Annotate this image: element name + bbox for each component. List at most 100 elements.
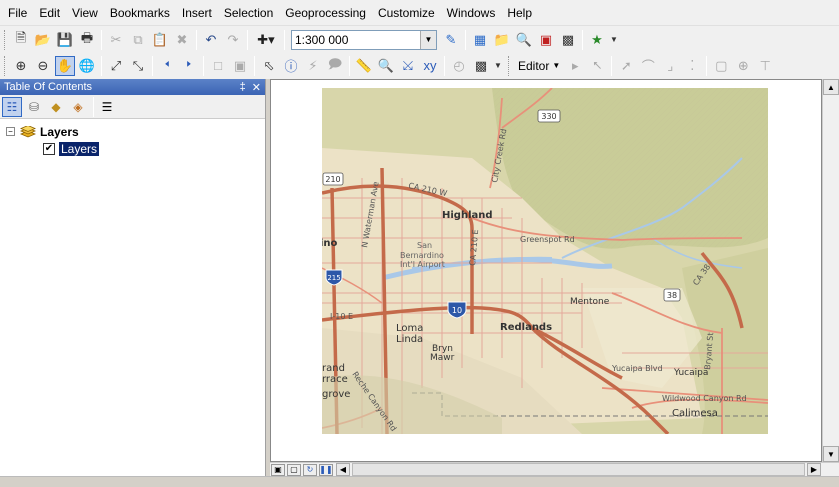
- map-scale-select[interactable]: 1:300 000 ▼: [291, 29, 437, 50]
- print-icon[interactable]: 🖶: [77, 30, 97, 50]
- hyperlink-icon[interactable]: ⚡: [303, 56, 323, 76]
- layer-label[interactable]: Layers: [59, 141, 100, 156]
- back-arrow-icon[interactable]: 🢐: [157, 56, 177, 76]
- refresh-icon[interactable]: ↻: [303, 463, 317, 476]
- list-by-source-icon[interactable]: ⛁: [24, 97, 44, 117]
- full-extent-icon[interactable]: 🌐: [77, 56, 97, 76]
- zoom-out-icon[interactable]: ⊖: [33, 56, 53, 76]
- greenspot-road-label: Greenspot Rd: [520, 235, 575, 244]
- zoom-in-icon[interactable]: ⊕: [11, 56, 31, 76]
- open-folder-icon[interactable]: 📂: [33, 30, 53, 50]
- toolbar-grip[interactable]: [4, 55, 7, 76]
- toolbar-options-icon[interactable]: ▼: [609, 30, 619, 50]
- scroll-left-icon[interactable]: ◀: [336, 463, 350, 476]
- model-builder-icon[interactable]: ★: [587, 30, 607, 50]
- menu-edit[interactable]: Edit: [33, 0, 66, 26]
- html-popup-icon[interactable]: 🗩: [325, 56, 345, 76]
- chevron-down-icon[interactable]: ▼: [420, 30, 436, 49]
- edit-vertices-icon[interactable]: ▢: [711, 56, 731, 76]
- layer-visibility-checkbox[interactable]: ✔: [43, 142, 55, 155]
- add-data-icon[interactable]: ✚▾: [252, 30, 280, 50]
- toolbar-grip[interactable]: [4, 29, 7, 50]
- scroll-right-icon[interactable]: ▶: [807, 463, 821, 476]
- find-binoculars-icon[interactable]: 🔍: [376, 56, 396, 76]
- list-by-selection-icon[interactable]: ◈: [68, 97, 88, 117]
- arctoolbox-icon[interactable]: ▣: [536, 30, 556, 50]
- editor-menu-button[interactable]: Editor ▼: [514, 59, 564, 73]
- toolbar-separator: [101, 55, 102, 76]
- new-document-icon[interactable]: 🗎: [11, 30, 31, 50]
- delete-icon[interactable]: ✖: [172, 30, 192, 50]
- basemap-image[interactable]: 330 210 38 215 10 Highland San Bernardin…: [322, 88, 768, 434]
- cut-icon[interactable]: ✂: [106, 30, 126, 50]
- menu-insert[interactable]: Insert: [176, 0, 218, 26]
- collapse-icon[interactable]: −: [6, 127, 15, 136]
- san-label: San: [417, 241, 432, 250]
- bernardino-label: Bernardino: [400, 251, 444, 260]
- straight-segment-icon[interactable]: ➚: [616, 56, 636, 76]
- endpoint-arc-icon[interactable]: ⌒: [638, 56, 658, 76]
- measure-icon[interactable]: 📏: [354, 56, 374, 76]
- pan-hand-icon[interactable]: ✋: [55, 55, 75, 76]
- save-icon[interactable]: 💾: [55, 30, 75, 50]
- data-frame-row[interactable]: − Layers: [6, 123, 259, 140]
- point-icon[interactable]: ⁚: [682, 56, 702, 76]
- editor-toolbar-icon[interactable]: ✎: [441, 30, 461, 50]
- toc-toolbar: ☷ ⛁ ◆ ◈ ☰: [0, 95, 265, 119]
- fixed-zoom-out-icon[interactable]: ⤡: [128, 56, 148, 76]
- go-to-xy-icon[interactable]: xy: [420, 56, 440, 76]
- table-window-icon[interactable]: ▦: [470, 30, 490, 50]
- menu-help[interactable]: Help: [501, 0, 538, 26]
- redo-icon[interactable]: ↷: [223, 30, 243, 50]
- undo-icon[interactable]: ↶: [201, 30, 221, 50]
- identify-icon[interactable]: ⓘ: [281, 56, 301, 76]
- menu-bookmarks[interactable]: Bookmarks: [104, 0, 176, 26]
- edit-annotation-icon[interactable]: ⭦: [587, 56, 607, 76]
- map-horizontal-scrollbar[interactable]: [352, 463, 805, 476]
- data-view-icon[interactable]: ▣: [271, 463, 285, 476]
- catalog-window-icon[interactable]: 📁: [492, 30, 512, 50]
- python-window-icon[interactable]: ▩: [558, 30, 578, 50]
- pause-drawing-icon[interactable]: ❚❚: [319, 463, 333, 476]
- toolbar-options-icon[interactable]: ▼: [493, 56, 503, 76]
- partial-city-label: ino: [322, 238, 338, 249]
- fixed-zoom-in-icon[interactable]: ⤢: [106, 56, 126, 76]
- map-canvas[interactable]: 330 210 38 215 10 Highland San Bernardin…: [322, 88, 768, 434]
- layer-row[interactable]: ✔ Layers: [6, 140, 259, 157]
- list-by-visibility-icon[interactable]: ◆: [46, 97, 66, 117]
- time-slider-icon[interactable]: ◴: [449, 56, 469, 76]
- map-display[interactable]: 330 210 38 215 10 Highland San Bernardin…: [270, 79, 822, 462]
- find-route-icon[interactable]: ⤩: [398, 56, 418, 76]
- copy-icon[interactable]: ⧉: [128, 30, 148, 50]
- select-features-icon[interactable]: □: [208, 56, 228, 76]
- create-viewer-window-icon[interactable]: ▩: [471, 56, 491, 76]
- trace-icon[interactable]: ⌟: [660, 56, 680, 76]
- scroll-up-icon[interactable]: ▲: [823, 79, 839, 95]
- map-vertical-scrollbar[interactable]: ▲ ▼: [822, 79, 839, 462]
- menu-view[interactable]: View: [66, 0, 104, 26]
- toolbar-separator: [93, 96, 94, 117]
- menu-windows[interactable]: Windows: [441, 0, 502, 26]
- scroll-down-icon[interactable]: ▼: [823, 446, 839, 462]
- toolbar-separator: [582, 29, 583, 50]
- toc-options-icon[interactable]: ☰: [97, 97, 117, 117]
- menu-customize[interactable]: Customize: [372, 0, 441, 26]
- menu-file[interactable]: File: [2, 0, 33, 26]
- close-icon[interactable]: ✕: [252, 81, 261, 94]
- menu-geoprocessing[interactable]: Geoprocessing: [279, 0, 372, 26]
- menu-selection[interactable]: Selection: [218, 0, 279, 26]
- layout-view-icon[interactable]: ▢: [287, 463, 301, 476]
- map-bottom-bar: ▣ ▢ ↻ ❚❚ ◀ ▶: [270, 462, 839, 476]
- toc-title-bar[interactable]: Table Of Contents ‡ ✕: [0, 79, 265, 95]
- reshape-icon[interactable]: ⊕: [733, 56, 753, 76]
- forward-arrow-icon[interactable]: 🢒: [179, 56, 199, 76]
- search-window-icon[interactable]: 🔍: [514, 30, 534, 50]
- paste-icon[interactable]: 📋: [150, 30, 170, 50]
- clear-selection-icon[interactable]: ▣: [230, 56, 250, 76]
- toolbar-grip[interactable]: [508, 55, 511, 76]
- select-elements-arrow-icon[interactable]: ⬁: [259, 56, 279, 76]
- cut-polygons-icon[interactable]: ⊤: [755, 56, 775, 76]
- pin-icon[interactable]: ‡: [240, 81, 246, 94]
- list-by-drawing-order-icon[interactable]: ☷: [2, 96, 22, 117]
- edit-tool-icon[interactable]: ▸: [565, 56, 585, 76]
